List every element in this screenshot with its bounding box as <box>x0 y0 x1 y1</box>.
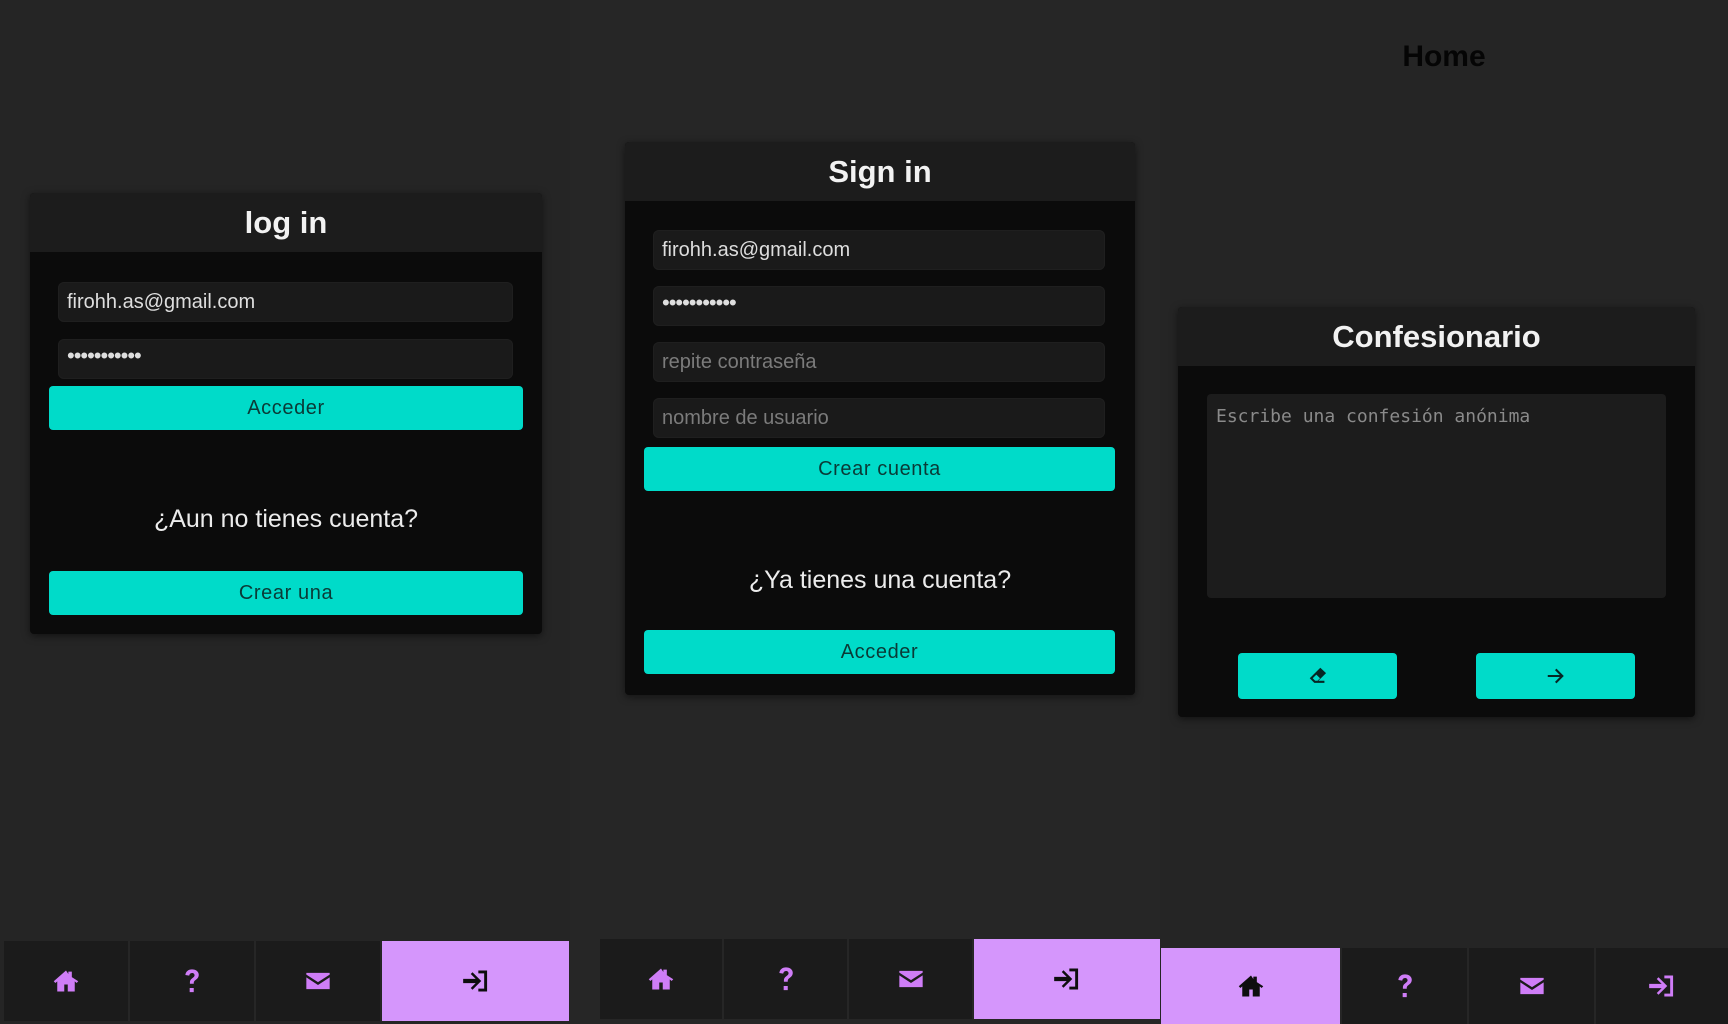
create-account-link-button[interactable]: Crear una <box>49 571 523 615</box>
email-field[interactable]: firohh.as@gmail.com <box>653 230 1105 270</box>
nav-messages[interactable] <box>849 939 974 1019</box>
nav-home[interactable] <box>600 939 724 1019</box>
email-field[interactable]: firohh.as@gmail.com <box>58 282 513 322</box>
envelope-icon <box>306 972 330 990</box>
home-icon <box>53 970 79 992</box>
username-field[interactable]: nombre de usuario <box>653 398 1105 438</box>
password-field[interactable]: ••••••••••• <box>58 339 513 379</box>
signin-screen: Sign in firohh.as@gmail.com ••••••••••• … <box>570 0 1160 1024</box>
send-button[interactable] <box>1476 653 1635 699</box>
login-submit-button[interactable]: Acceder <box>49 386 523 430</box>
nav-home[interactable] <box>4 941 130 1021</box>
question-icon <box>185 969 199 993</box>
login-title: log in <box>30 193 542 252</box>
signin-card: Sign in firohh.as@gmail.com ••••••••••• … <box>625 142 1135 695</box>
nav-messages[interactable] <box>256 941 382 1021</box>
create-account-button[interactable]: Crear cuenta <box>644 447 1115 491</box>
arrow-right-icon <box>1547 668 1564 684</box>
nav-login[interactable] <box>1596 948 1728 1024</box>
sign-in-icon <box>1054 968 1079 990</box>
nav-messages[interactable] <box>1469 948 1596 1024</box>
sign-in-icon <box>462 970 487 992</box>
sign-in-icon <box>1649 975 1674 997</box>
nav-help[interactable] <box>724 939 849 1019</box>
login-card: log in firohh.as@gmail.com ••••••••••• A… <box>30 193 542 634</box>
signin-title: Sign in <box>625 142 1135 201</box>
bottom-navbar <box>1161 948 1728 1024</box>
nav-home[interactable] <box>1161 948 1342 1024</box>
home-icon <box>648 968 674 990</box>
home-icon <box>1238 975 1263 997</box>
nav-help[interactable] <box>130 941 256 1021</box>
has-account-question: ¿Ya tienes una cuenta? <box>748 566 1012 594</box>
login-link-button[interactable]: Acceder <box>644 630 1115 674</box>
question-icon <box>1397 974 1412 998</box>
eraser-icon <box>1309 667 1326 683</box>
envelope-icon <box>1519 977 1544 995</box>
password-field[interactable]: ••••••••••• <box>653 286 1105 326</box>
repeat-password-field[interactable]: repite contraseña <box>653 342 1105 382</box>
nav-help[interactable] <box>1342 948 1469 1024</box>
envelope-icon <box>898 970 923 988</box>
no-account-question: ¿Aun no tienes cuenta? <box>153 505 419 533</box>
confession-card: Confesionario Escribe una confesión anón… <box>1178 307 1695 717</box>
nav-login[interactable] <box>974 939 1160 1019</box>
confession-title: Confesionario <box>1178 307 1695 366</box>
question-icon <box>778 967 793 991</box>
bottom-navbar <box>600 939 1160 1019</box>
login-screen: log in firohh.as@gmail.com ••••••••••• A… <box>0 0 570 1024</box>
nav-login[interactable] <box>382 941 569 1021</box>
bottom-navbar <box>4 941 569 1021</box>
page-title: Home <box>1402 40 1486 73</box>
clear-button[interactable] <box>1238 653 1397 699</box>
confession-textarea[interactable]: Escribe una confesión anónima <box>1207 394 1666 598</box>
home-screen: Home Confesionario Escribe una confesión… <box>1160 0 1728 1024</box>
